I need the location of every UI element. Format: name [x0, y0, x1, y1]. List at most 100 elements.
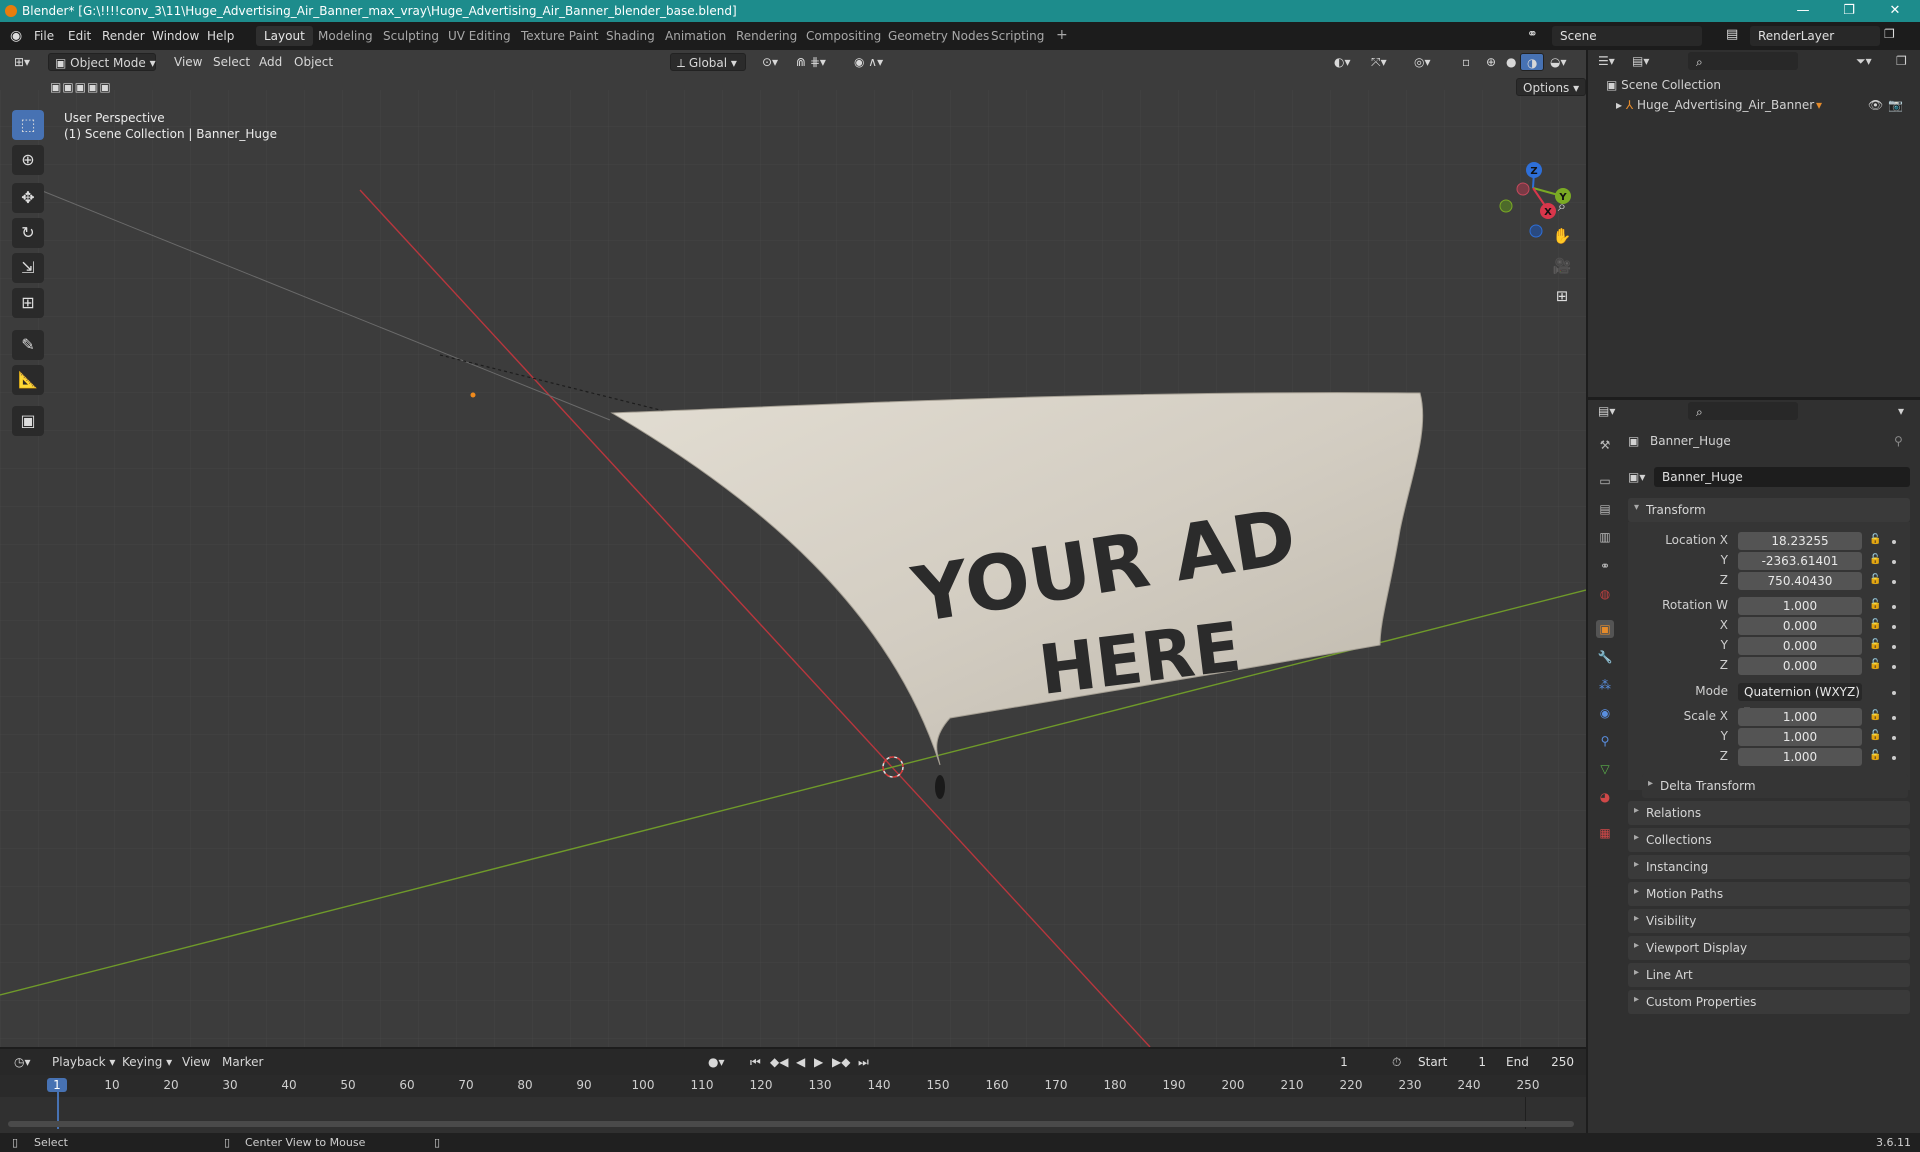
gizmo-neg-z-handle[interactable] — [1529, 224, 1543, 238]
object-tab-icon[interactable]: ▣ — [1596, 620, 1614, 638]
instancing-panel[interactable]: ▸ Instancing — [1628, 855, 1910, 879]
marker-menu[interactable]: Marker — [216, 1053, 269, 1071]
camera-view-icon[interactable]: 🎥 — [1549, 253, 1575, 279]
pan-view-icon[interactable]: ✋ — [1549, 223, 1575, 249]
snap-icon[interactable]: ⋒ ⋕▾ — [790, 53, 832, 71]
gizmo-neg-y-handle[interactable] — [1499, 199, 1513, 213]
texture-tab-icon[interactable]: ▦ — [1596, 824, 1614, 842]
data-tab-icon[interactable]: ▽ — [1596, 760, 1614, 778]
workspace-tab-layout[interactable]: Layout — [256, 26, 313, 46]
workspace-tab-texture-paint[interactable]: Texture Paint — [513, 26, 606, 46]
close-button[interactable]: ✕ — [1872, 0, 1918, 22]
measure-tool[interactable]: 📐 — [12, 365, 44, 395]
start-frame-field[interactable]: Start 1 — [1410, 1052, 1494, 1072]
lock-rotation-x-icon[interactable]: 🔓 — [1869, 619, 1881, 630]
relations-panel[interactable]: ▸ Relations — [1628, 801, 1910, 825]
annotate-tool[interactable]: ✎ — [12, 330, 44, 360]
menu-view[interactable]: View — [168, 53, 208, 71]
workspace-tab-scripting[interactable]: Scripting — [983, 26, 1052, 46]
eye-visibility-icon[interactable]: 👁 — [1868, 98, 1883, 112]
timeline-view-menu[interactable]: View — [176, 1053, 216, 1071]
shading-material-icon[interactable]: ◑ — [1520, 53, 1545, 71]
scale-y-field[interactable]: 1.000 — [1738, 728, 1862, 746]
output-tab-icon[interactable]: ▤ — [1596, 500, 1614, 518]
outliner-display-mode-icon[interactable]: ☰▾ — [1598, 54, 1615, 68]
workspace-tab-animation[interactable]: Animation — [657, 26, 734, 46]
modifier-tab-icon[interactable]: 🔧 — [1596, 648, 1614, 666]
zoom-view-icon[interactable]: ⌕ — [1549, 193, 1575, 219]
scale-x-field[interactable]: 1.000 — [1738, 708, 1862, 726]
properties-options-icon[interactable]: ▾ — [1898, 404, 1904, 418]
tool-tab-icon[interactable]: ⚒ — [1596, 436, 1614, 454]
visibility-panel[interactable]: ▸ Visibility — [1628, 909, 1910, 933]
end-frame-field[interactable]: End 250 — [1498, 1052, 1582, 1072]
lock-scale-x-icon[interactable]: 🔓 — [1869, 710, 1881, 721]
blender-menu-icon[interactable]: ◉ — [10, 28, 22, 44]
shading-wireframe-icon[interactable]: ⊕ — [1480, 53, 1502, 71]
pivot-point-icon[interactable]: ⊙▾ — [756, 53, 784, 71]
motion-paths-panel[interactable]: ▸ Motion Paths — [1628, 882, 1910, 906]
location-x-field[interactable]: 18.23255 — [1738, 532, 1862, 550]
menu-select[interactable]: Select — [207, 53, 256, 71]
scene-selector-icon[interactable]: ⚭ — [1527, 27, 1538, 42]
frame-ruler[interactable]: 1 10 20 30 40 50 60 70 80 90 100 110 120… — [0, 1075, 1586, 1097]
workspace-tab-geometry-nodes[interactable]: Geometry Nodes — [880, 26, 997, 46]
lock-scale-z-icon[interactable]: 🔓 — [1869, 750, 1881, 761]
overlays-icon[interactable]: ◎▾ — [1408, 53, 1437, 71]
keyframe-dot[interactable] — [1892, 580, 1896, 584]
menu-help[interactable]: Help — [207, 29, 234, 43]
transform-tool[interactable]: ⊞ — [12, 288, 44, 318]
scene-tab-icon[interactable]: ⚭ — [1596, 557, 1614, 575]
particles-tab-icon[interactable]: ⁂ — [1596, 676, 1614, 694]
scale-z-field[interactable]: 1.000 — [1738, 748, 1862, 766]
shading-rendered-icon[interactable]: ◒▾ — [1544, 53, 1573, 71]
workspace-tab-uv-editing[interactable]: UV Editing — [440, 26, 519, 46]
rotation-mode-dropdown[interactable]: Quaternion (WXYZ) ▾ — [1738, 683, 1862, 717]
outliner-search-input[interactable]: ⌕ — [1688, 52, 1798, 70]
lock-location-z-icon[interactable]: 🔓 — [1869, 574, 1881, 585]
editor-type-icon[interactable]: ⊞▾ — [8, 53, 36, 71]
lock-rotation-z-icon[interactable]: 🔓 — [1869, 659, 1881, 670]
menu-window[interactable]: Window — [152, 29, 199, 43]
visibility-icon[interactable]: ◐▾ — [1328, 53, 1357, 71]
render-tab-icon[interactable]: ▭ — [1596, 472, 1614, 490]
lock-rotation-y-icon[interactable]: 🔓 — [1869, 639, 1881, 650]
keyframe-dot[interactable] — [1892, 665, 1896, 669]
keyframe-dot[interactable] — [1892, 540, 1896, 544]
playback-menu[interactable]: Playback ▾ — [46, 1053, 121, 1071]
keyframe-dot[interactable] — [1892, 736, 1896, 740]
outliner-filter-icon[interactable]: ▤▾ — [1632, 54, 1649, 68]
lock-location-x-icon[interactable]: 🔓 — [1869, 534, 1881, 545]
keyframe-dot[interactable] — [1892, 645, 1896, 649]
timeline-scrollbar[interactable] — [8, 1121, 1574, 1127]
rotation-x-field[interactable]: 0.000 — [1738, 617, 1862, 635]
timeline-editor-type-icon[interactable]: ◷▾ — [8, 1053, 37, 1071]
rotation-z-field[interactable]: 0.000 — [1738, 657, 1862, 675]
new-view-layer-icon[interactable]: ❐ — [1884, 27, 1895, 41]
physics-tab-icon[interactable]: ◉ — [1596, 704, 1614, 722]
add-cube-tool[interactable]: ▣ — [12, 406, 44, 436]
rotation-w-field[interactable]: 1.000 — [1738, 597, 1862, 615]
current-frame-field[interactable]: 1 — [1308, 1052, 1380, 1072]
scene-collection-row[interactable]: ▣ Scene Collection — [1606, 78, 1721, 92]
keyframe-dot[interactable] — [1892, 691, 1896, 695]
workspace-tab-shading[interactable]: Shading — [598, 26, 663, 46]
lock-rotation-w-icon[interactable]: 🔓 — [1869, 599, 1881, 610]
record-keyframe-icon[interactable]: ●▾ — [702, 1053, 731, 1071]
jump-end-icon[interactable]: ⏭ — [852, 1053, 875, 1071]
constraints-tab-icon[interactable]: ⚲ — [1596, 732, 1614, 750]
maximize-button[interactable]: ❐ — [1826, 0, 1872, 22]
scale-tool[interactable]: ⇲ — [12, 253, 44, 283]
cursor-tool[interactable]: ⊕ — [12, 145, 44, 175]
ortho-toggle-icon[interactable]: ⊞ — [1549, 283, 1575, 309]
workspace-tab-sculpting[interactable]: Sculpting — [375, 26, 447, 46]
rotation-y-field[interactable]: 0.000 — [1738, 637, 1862, 655]
line-art-panel[interactable]: ▸ Line Art — [1628, 963, 1910, 987]
selection-mode-icons[interactable]: ▣▣▣▣▣ — [44, 78, 118, 96]
expand-arrow-icon[interactable]: ▸ — [1616, 98, 1622, 112]
menu-add[interactable]: Add — [253, 53, 288, 71]
add-workspace-button[interactable]: + — [1048, 24, 1076, 44]
render-layer-field[interactable]: RenderLayer — [1750, 26, 1880, 46]
collections-panel[interactable]: ▸ Collections — [1628, 828, 1910, 852]
location-y-field[interactable]: -2363.61401 — [1738, 552, 1862, 570]
